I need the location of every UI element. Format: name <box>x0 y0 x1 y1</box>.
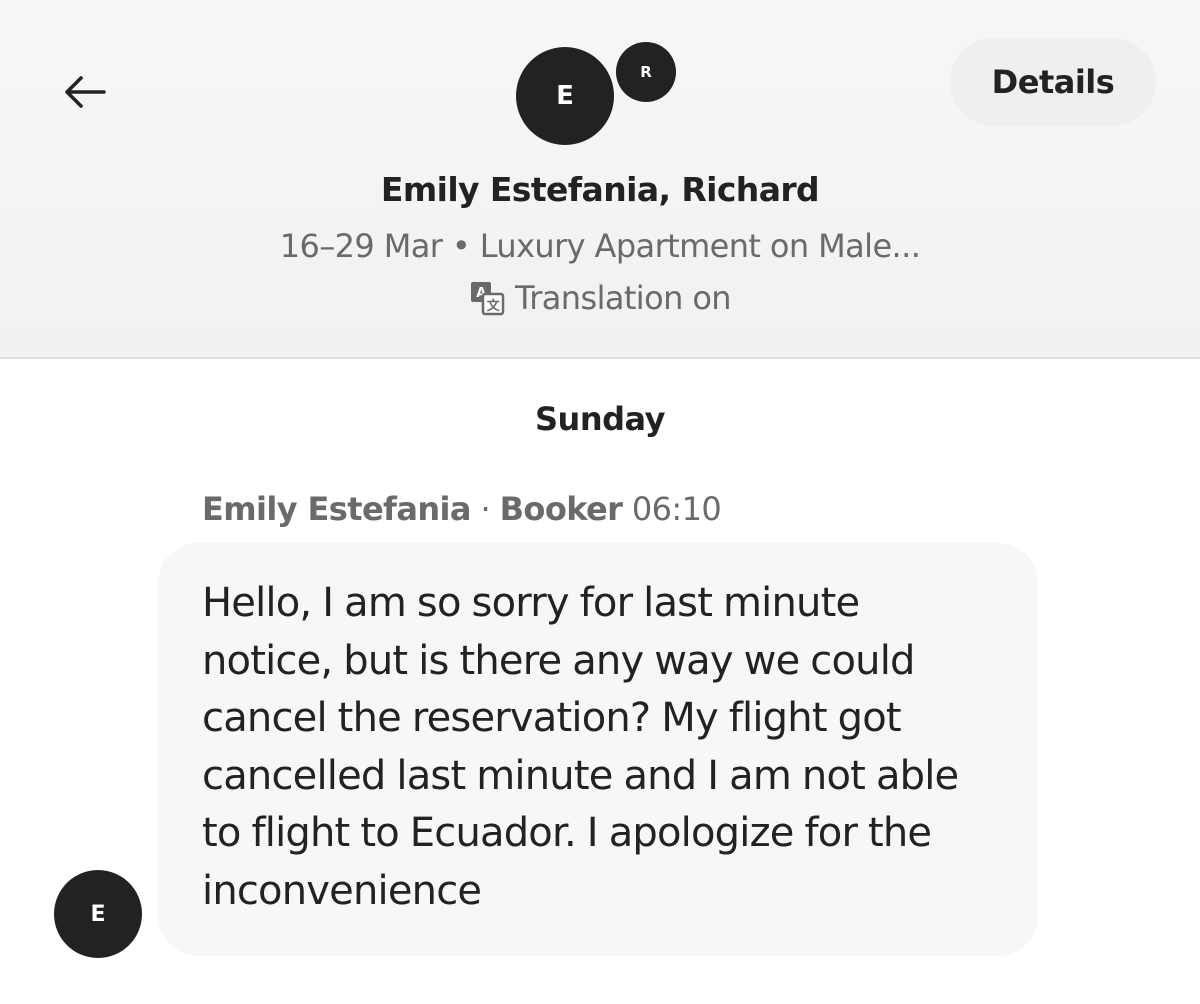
message-time: 06:10 <box>631 490 722 528</box>
message-text: Hello, I am so sorry for last minute not… <box>202 580 959 914</box>
message-meta: Emily Estefania · Booker 06:10 <box>202 490 722 528</box>
svg-text:文: 文 <box>487 298 501 314</box>
arrow-left-icon <box>65 76 106 108</box>
avatar-richard[interactable]: R <box>616 42 676 102</box>
translation-label: Translation on <box>515 279 732 317</box>
sender-role: Booker <box>499 490 623 528</box>
avatar-initial: E <box>90 901 106 927</box>
avatar-initial: R <box>640 63 652 81</box>
conversation-header: E R Details Emily Estefania, Richard 16–… <box>0 0 1200 359</box>
conversation-screen: E R Details Emily Estefania, Richard 16–… <box>0 0 1200 1004</box>
meta-separator: · <box>470 490 500 528</box>
reservation-summary[interactable]: 16–29 Mar • Luxury Apartment on Male... <box>0 227 1200 265</box>
avatar-initial: E <box>556 81 574 111</box>
sender-avatar[interactable]: E <box>54 870 142 958</box>
message-bubble[interactable]: Hello, I am so sorry for last minute not… <box>158 543 1038 956</box>
avatar-emily[interactable]: E <box>516 47 614 145</box>
back-button[interactable] <box>50 60 120 124</box>
translate-icon: A 文 <box>469 280 505 316</box>
details-button[interactable]: Details <box>950 38 1156 126</box>
day-divider: Sunday <box>535 400 665 438</box>
conversation-title: Emily Estefania, Richard <box>380 170 820 209</box>
translation-status[interactable]: A 文 Translation on <box>0 279 1200 317</box>
sender-name[interactable]: Emily Estefania <box>202 490 472 528</box>
